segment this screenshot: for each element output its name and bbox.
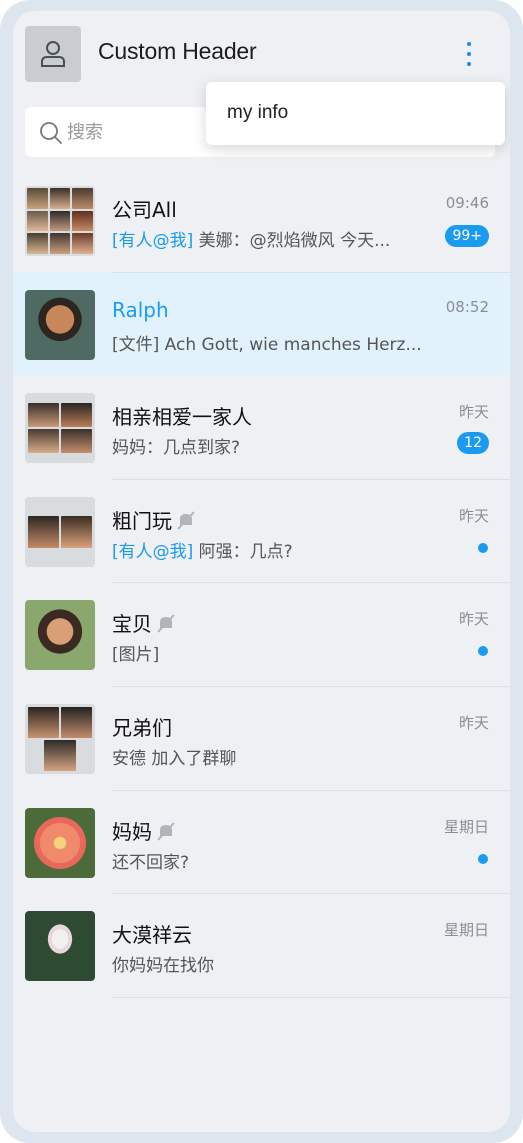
conversation-row[interactable]: 粗门玩 昨天 [有人@我] 阿强：几点? (13, 480, 510, 584)
conversation-name-text: 妈妈 (112, 819, 152, 844)
more-dot (467, 42, 471, 46)
member-photo (72, 188, 93, 209)
member-photo (44, 739, 76, 771)
member-photo (49, 233, 71, 254)
group-avatar (25, 393, 95, 464)
message-preview: [有人@我] 阿强：几点? (112, 537, 293, 562)
conversation-time: 08:52 (445, 297, 489, 316)
conversation-row[interactable]: 公司All 09:46 [有人@我] 美娜：@烈焰微风 今天... 99+ (13, 169, 510, 273)
conversation-time: 昨天 (458, 713, 489, 732)
conversation-name: 大漠祥云 (112, 923, 192, 948)
preview-text: 美娜：@烈焰微风 今天... (193, 231, 391, 251)
member-photo (72, 210, 93, 232)
member-photo (27, 188, 48, 209)
conversation-list: 公司All 09:46 [有人@我] 美娜：@烈焰微风 今天... 99+ Ra… (13, 169, 510, 998)
menu-item-my-info[interactable]: my info (227, 102, 288, 124)
conversation-name: 兄弟们 (112, 715, 172, 740)
member-photo (61, 706, 92, 738)
avatar (25, 289, 95, 360)
my-avatar[interactable] (25, 26, 81, 82)
conversation-row[interactable]: 相亲相爱一家人 昨天 妈妈：几点到家? 12 (13, 376, 510, 480)
device-frame: Custom Header 搜索 公司All 09:46 [有人@我] 美娜：@… (0, 0, 523, 1143)
conversation-time: 昨天 (458, 610, 489, 629)
conversation-name: Ralph (112, 297, 169, 322)
message-preview: 安德 加入了群聊 (112, 748, 237, 769)
member-photo (72, 233, 93, 254)
member-photo (27, 210, 48, 232)
conversation-name: 宝贝 (112, 608, 177, 637)
conversation-name: 公司All (112, 198, 177, 222)
conversation-time: 昨天 (458, 506, 489, 525)
conversation-name-text: 宝贝 (112, 612, 152, 637)
conversation-row[interactable]: Ralph 08:52 [文件] Ach Gott, wie manches H… (13, 272, 510, 377)
member-photo (61, 515, 92, 548)
message-preview: [文件] Ach Gott, wie manches Herz... (112, 334, 422, 355)
member-photo (28, 706, 59, 738)
avatar (25, 911, 95, 982)
app-screen: Custom Header 搜索 公司All 09:46 [有人@我] 美娜：@… (13, 11, 510, 1132)
conversation-time: 星期日 (443, 921, 489, 940)
member-photo (27, 233, 48, 254)
preview-text: 阿强：几点? (193, 541, 293, 562)
search-icon (40, 122, 62, 144)
conversation-time: 09:46 (445, 194, 489, 212)
member-photo (28, 515, 59, 548)
unread-badge: 99+ (445, 225, 489, 247)
more-menu-button[interactable] (457, 39, 481, 69)
mute-bell-icon (157, 821, 175, 841)
conversation-row[interactable]: 妈妈 星期日 还不回家? (13, 791, 510, 895)
member-photo (61, 429, 92, 454)
group-avatar (25, 496, 95, 567)
row-divider (112, 996, 510, 998)
member-photo (49, 210, 71, 232)
conversation-time: 昨天 (458, 403, 489, 422)
dropdown-menu: my info (206, 82, 505, 145)
message-preview: 还不回家? (112, 852, 190, 873)
member-photo (61, 403, 92, 428)
conversation-row[interactable]: 宝贝 昨天 [图片] (13, 583, 510, 687)
message-preview: 你妈妈在找你 (112, 956, 214, 977)
page-title: Custom Header (98, 38, 257, 64)
group-avatar (25, 703, 95, 774)
member-photo (28, 403, 59, 428)
avatar (25, 807, 95, 878)
mention-tag: [有人@我] (112, 231, 194, 251)
more-dot (467, 52, 471, 56)
conversation-row[interactable]: 兄弟们 昨天 安德 加入了群聊 (13, 687, 510, 791)
conversation-name-text: 粗门玩 (112, 508, 172, 533)
member-photo (49, 188, 71, 209)
more-dot (467, 62, 471, 66)
message-preview: [有人@我] 美娜：@烈焰微风 今天... (112, 226, 390, 251)
group-avatar (25, 186, 95, 256)
conversation-row[interactable]: 大漠祥云 星期日 你妈妈在找你 (13, 894, 510, 998)
conversation-time: 星期日 (443, 817, 489, 836)
message-preview: [图片] (112, 645, 160, 666)
mute-bell-icon (157, 614, 175, 634)
unread-dot (478, 646, 488, 657)
unread-dot (478, 542, 488, 553)
message-preview: 妈妈：几点到家? (112, 438, 241, 459)
unread-badge: 12 (457, 432, 489, 455)
mute-bell-icon (177, 511, 195, 530)
user-icon (41, 41, 65, 67)
unread-dot (478, 853, 488, 864)
member-photo (28, 429, 59, 454)
conversation-name: 妈妈 (112, 816, 177, 845)
conversation-name: 粗门玩 (112, 505, 197, 534)
avatar (25, 600, 95, 671)
mention-tag: [有人@我] (112, 541, 194, 562)
conversation-name: 相亲相爱一家人 (112, 405, 252, 430)
